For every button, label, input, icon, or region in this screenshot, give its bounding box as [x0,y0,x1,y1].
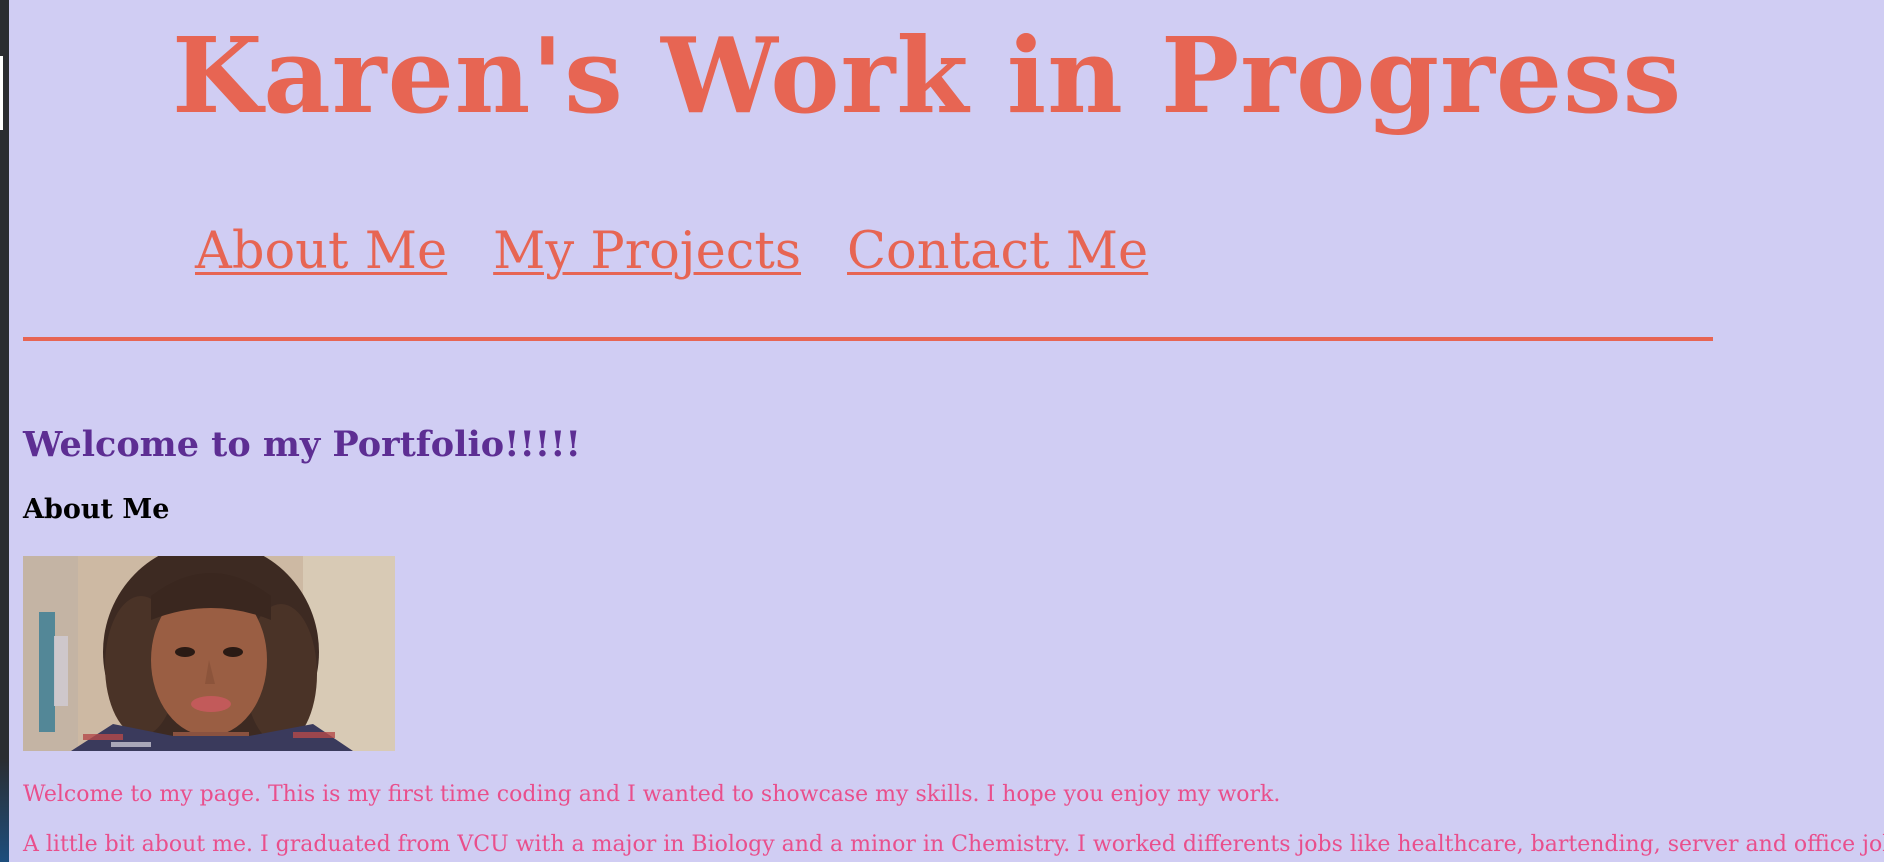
welcome-heading: Welcome to my Portfolio!!!!! [23,424,581,465]
profile-photo-illustration [23,556,395,751]
profile-photo [23,556,395,751]
main-nav: About Me My Projects Contact Me [195,222,1148,282]
about-paragraph: A little bit about me. I graduated from … [23,832,1884,857]
intro-paragraph: Welcome to my page. This is my first tim… [23,782,1281,807]
header-divider [23,337,1713,341]
nav-link-about-me[interactable]: About Me [195,222,447,282]
about-me-heading: About Me [23,494,170,525]
site-title: Karen's Work in Progress [172,14,1683,137]
nav-link-my-projects[interactable]: My Projects [493,222,801,282]
nav-link-contact-me[interactable]: Contact Me [847,222,1148,282]
portfolio-page: Karen's Work in Progress About Me My Pro… [0,0,1884,862]
